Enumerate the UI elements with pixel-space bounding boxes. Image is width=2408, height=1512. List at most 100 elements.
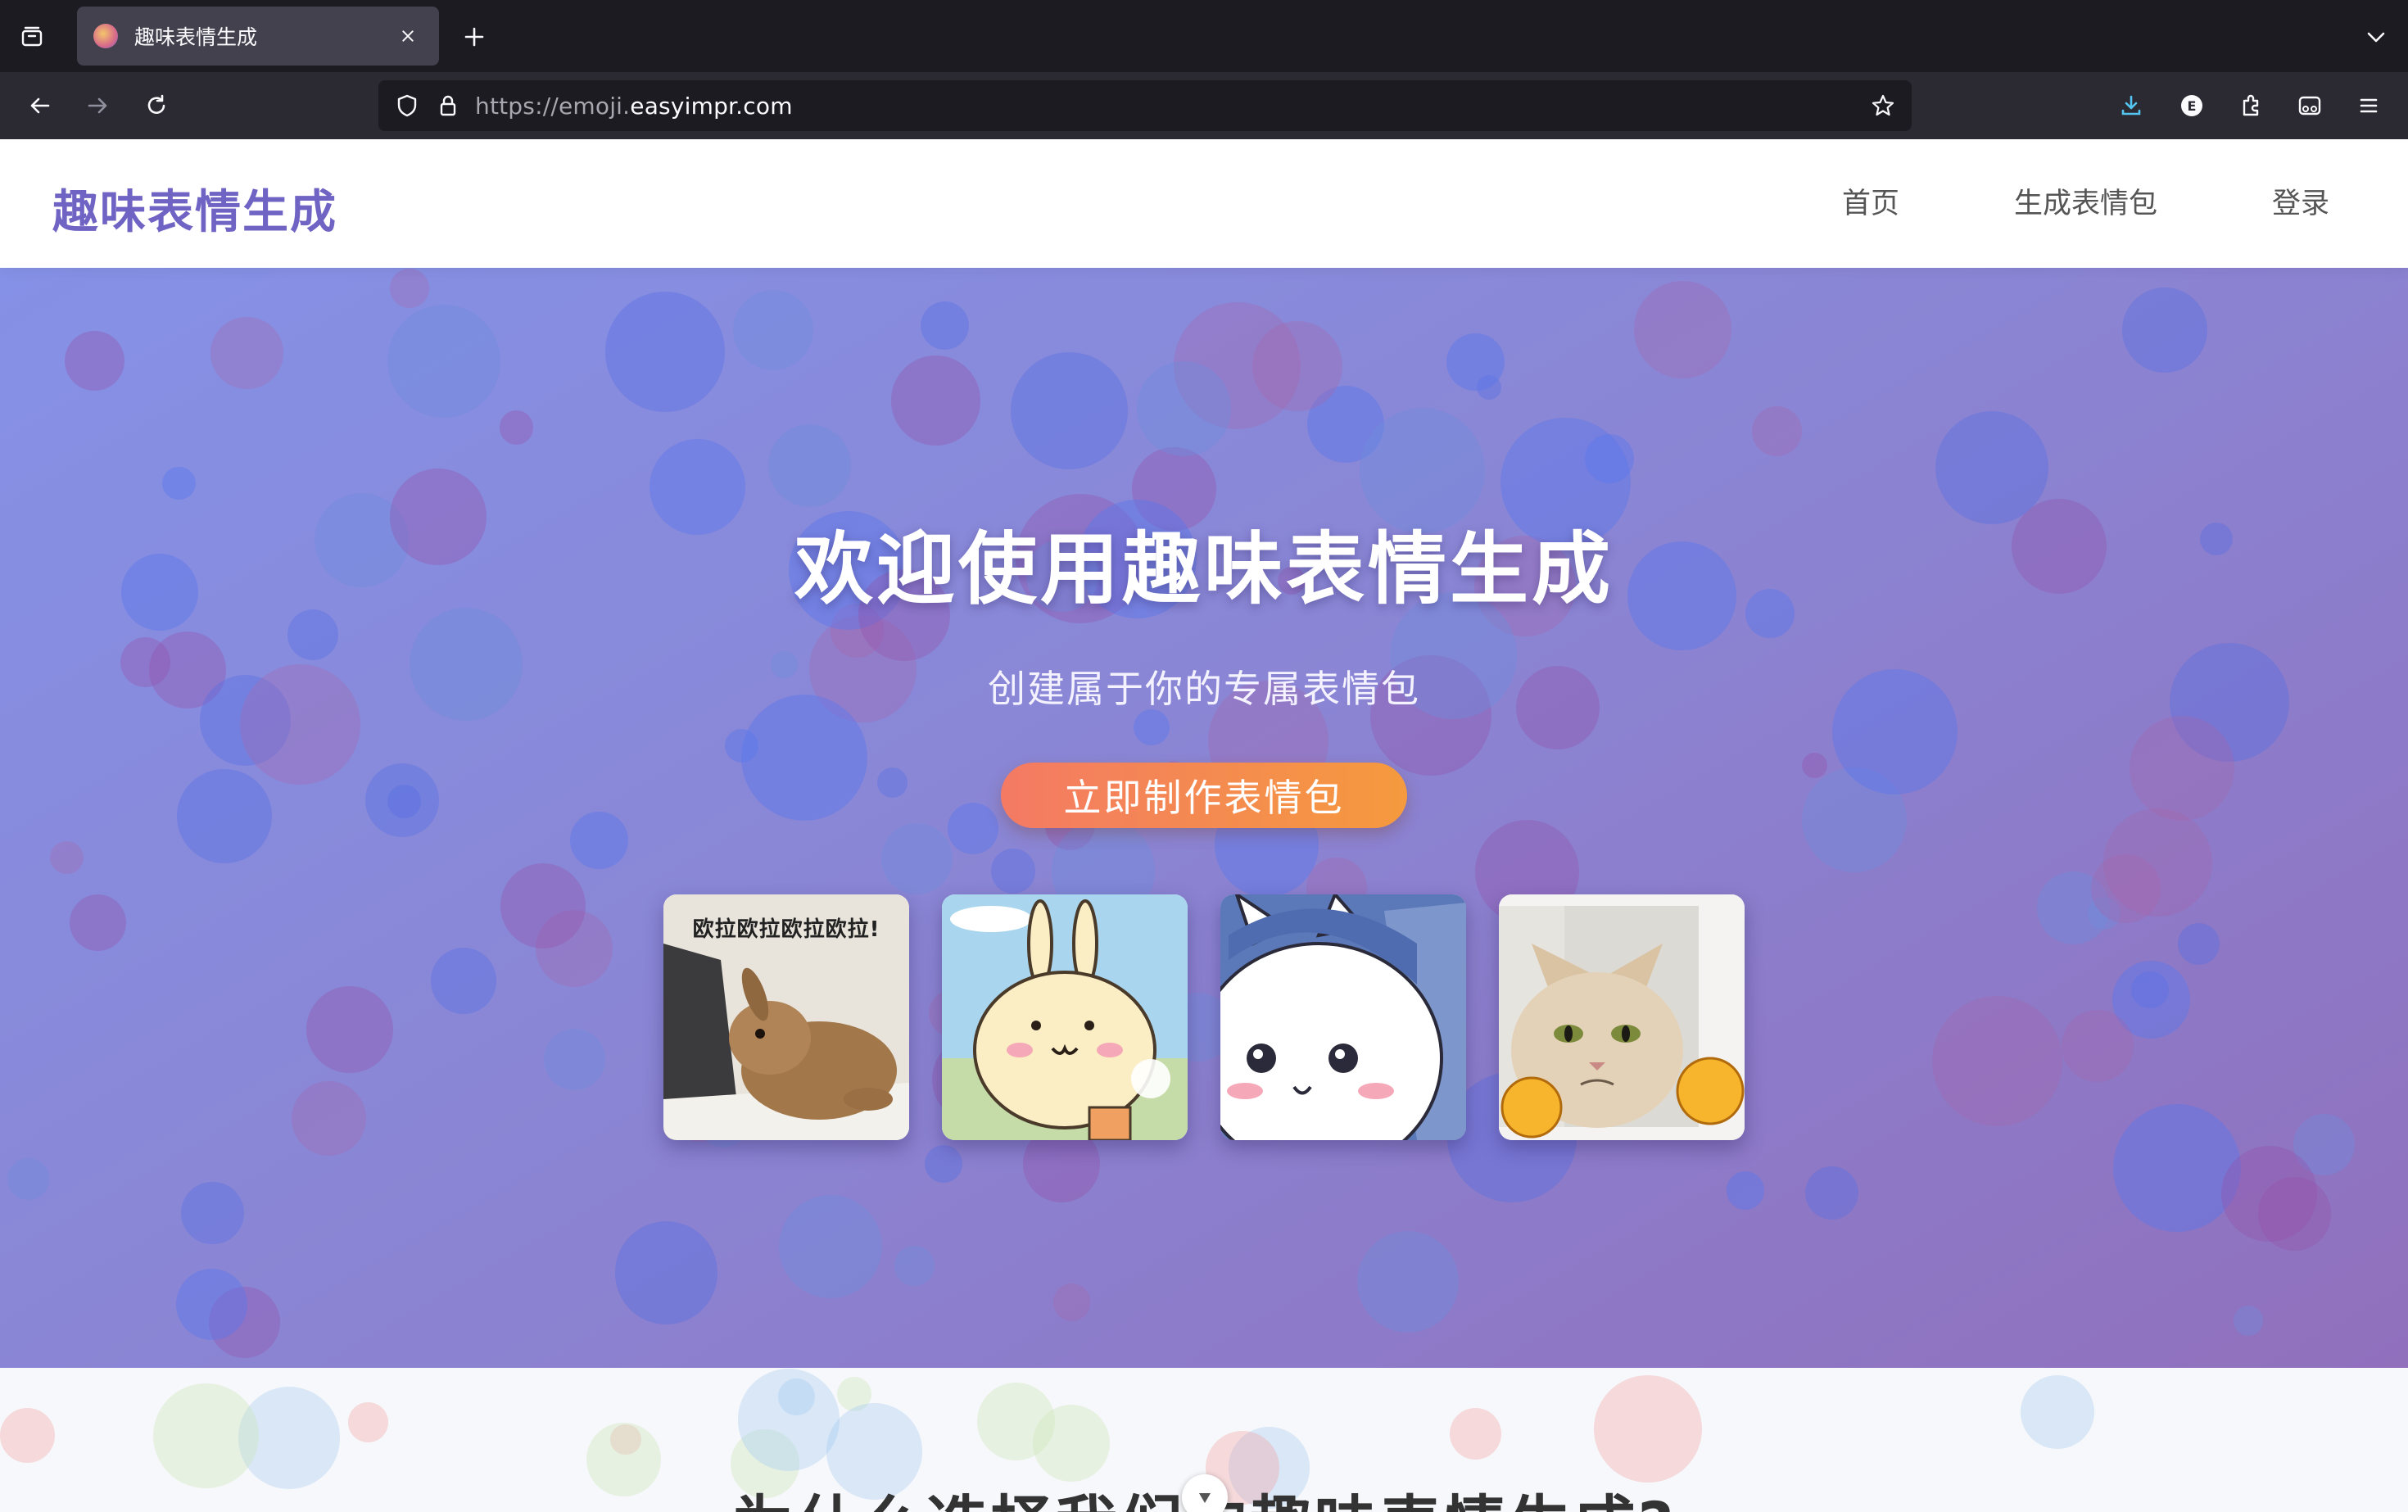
sticker-grumpy-cat[interactable] (1499, 894, 1745, 1140)
site-header: 趣味表情生成 首页 生成表情包 登录 (0, 139, 2408, 268)
decorative-bubble (1634, 281, 1731, 379)
start-making-sticker-button[interactable]: 立即制作表情包 (1001, 763, 1407, 828)
downloads-icon[interactable] (2114, 88, 2148, 123)
browser-tab-bar: 趣味表情生成 (0, 0, 2408, 72)
extension-e-icon[interactable]: E (2175, 88, 2209, 123)
list-all-tabs-chevron-icon[interactable] (2359, 20, 2393, 54)
decorative-bubble (210, 316, 283, 390)
decorative-bubble (604, 292, 726, 412)
decorative-bubble (544, 1028, 605, 1090)
hero-section: 欢迎使用趣味表情生成 创建属于你的专属表情包 立即制作表情包 欧拉欧拉欧拉欧拉! (0, 268, 2408, 1368)
reload-icon[interactable] (139, 88, 174, 123)
forward-arrow-icon[interactable] (80, 88, 115, 123)
web-page: 趣味表情生成 首页 生成表情包 登录 欢迎使用趣味表情生成 创建属于你的专属表情… (0, 139, 2408, 1512)
site-nav: 首页 生成表情包 登录 (1842, 180, 2329, 222)
tab-list-icon[interactable] (15, 20, 49, 54)
decorative-bubble (430, 948, 497, 1014)
decorative-bubble (292, 1081, 367, 1157)
decorative-bubble (1052, 1283, 1091, 1321)
features-section: 为什么选择我们的趣味表情生成? (0, 1368, 2408, 1512)
nav-link-home[interactable]: 首页 (1842, 180, 1899, 222)
decorative-bubble (1011, 352, 1128, 469)
site-favicon-icon (93, 24, 118, 48)
decorative-bubble (162, 466, 196, 500)
bunny-cartoon-image (942, 894, 1188, 1140)
decorative-bubble (1252, 320, 1343, 411)
decorative-bubble (990, 849, 1036, 894)
svg-text:E: E (2188, 98, 2197, 114)
decorative-bubble (0, 1408, 55, 1464)
decorative-bubble (2121, 287, 2208, 373)
decorative-bubble (767, 423, 852, 507)
white-cat-cartoon-image (1220, 894, 1466, 1140)
decorative-bubble (1801, 753, 1828, 779)
decorative-bubble (390, 269, 429, 308)
hamburger-menu-icon[interactable] (2351, 88, 2386, 123)
decorative-bubble (894, 1246, 935, 1286)
decorative-bubble (1805, 1166, 1859, 1220)
decorative-bubble (177, 768, 272, 864)
decorative-bubble (2233, 1306, 2264, 1336)
decorative-bubble (920, 301, 969, 350)
sticker-rabbit[interactable]: 欧拉欧拉欧拉欧拉! (663, 894, 909, 1140)
decorative-bubble (2177, 923, 2220, 965)
decorative-bubble (306, 985, 393, 1073)
decorative-bubble (64, 330, 124, 391)
decorative-bubble (69, 894, 127, 952)
extensions-puzzle-icon[interactable] (2234, 88, 2268, 123)
decorative-bubble (500, 410, 534, 445)
decorative-bubble (2021, 1375, 2095, 1450)
decorative-bubble (180, 1181, 244, 1245)
decorative-bubble (947, 802, 999, 854)
sticker-white-cat-cartoon[interactable] (1220, 894, 1466, 1140)
decorative-bubble (1726, 1171, 1765, 1210)
decorative-bubble (1136, 361, 1232, 457)
hero-title: 欢迎使用趣味表情生成 (794, 523, 1614, 615)
decorative-bubble (570, 812, 628, 870)
decorative-bubble (881, 823, 953, 895)
url-domain: easyimpr.com (630, 92, 793, 120)
decorative-bubble (2221, 1145, 2318, 1242)
grumpy-cat-image (1499, 894, 1745, 1140)
nav-link-login[interactable]: 登录 (2272, 180, 2329, 222)
decorative-bubble (1356, 1230, 1459, 1333)
decorative-bubble (2091, 853, 2161, 923)
decorative-bubble (2061, 1010, 2134, 1082)
decorative-bubble (1446, 333, 1505, 392)
close-tab-icon[interactable] (393, 21, 423, 51)
decorative-bubble (153, 1383, 259, 1489)
decorative-bubble (877, 767, 908, 798)
decorative-bubble (732, 289, 814, 371)
private-browsing-mask-icon[interactable] (2293, 88, 2327, 123)
site-logo[interactable]: 趣味表情生成 (52, 175, 337, 242)
tracking-protection-shield-icon[interactable] (390, 88, 424, 123)
decorative-bubble (741, 695, 868, 822)
decorative-bubble (176, 1268, 248, 1340)
decorative-bubble (1752, 406, 1803, 456)
decorative-bubble (890, 355, 980, 446)
decorative-bubble (49, 840, 84, 875)
new-tab-plus-icon[interactable] (457, 20, 491, 54)
bookmark-star-icon[interactable] (1866, 88, 1900, 123)
decorative-bubble (925, 1145, 963, 1184)
decorative-bubble (2129, 715, 2234, 821)
decorative-bubble (2113, 1104, 2242, 1233)
decorative-bubble (365, 763, 440, 838)
decorative-bubble (1594, 1374, 1702, 1483)
lock-icon[interactable] (431, 88, 465, 123)
decorative-bubble (778, 1195, 882, 1299)
nav-link-generate[interactable]: 生成表情包 (2014, 180, 2157, 222)
decorative-bubble (1032, 1404, 1111, 1483)
sticker-bunny-cartoon[interactable] (942, 894, 1188, 1140)
url-prefix: https://emoji. (475, 92, 631, 120)
decorative-bubble (737, 1369, 840, 1471)
decorative-bubble (614, 1221, 718, 1324)
decorative-bubble (387, 305, 500, 419)
address-bar[interactable]: https://emoji.easyimpr.com (378, 80, 1912, 131)
decorative-bubble (1931, 995, 2063, 1127)
back-arrow-icon[interactable] (23, 88, 57, 123)
decorative-bubble (1449, 1407, 1502, 1460)
browser-tab-active[interactable]: 趣味表情生成 (77, 7, 439, 66)
decorative-bubble (7, 1157, 50, 1201)
url-text[interactable]: https://emoji.easyimpr.com (475, 93, 793, 120)
